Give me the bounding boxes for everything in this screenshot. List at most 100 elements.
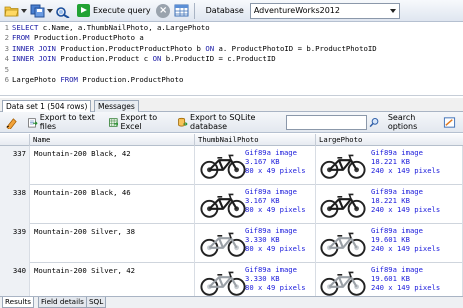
execute-query-label: Execute query [93,6,151,15]
results-grid-button[interactable] [173,2,190,20]
cell-largephoto[interactable]: Gif89a image 19.601 KB 240 x 149 pixels [316,263,463,296]
sql-keyword: FROM [12,33,34,43]
sql-identifier: LargePhoto [12,74,61,84]
database-label: Database [205,6,244,15]
table-row[interactable]: 338 Mountain-200 Black, 46 Gif89a image 3.… [0,185,463,224]
bike-thumbnail-image [199,228,247,260]
code-line: 6 LargePhoto FROM Production.ProductPhoto [0,75,463,85]
results-grid[interactable]: Name ThumbNailPhoto LargePhoto 337 Mounta… [0,134,463,296]
grid-header: Name ThumbNailPhoto LargePhoto [0,134,463,146]
dropdown-arrow-icon[interactable] [21,2,28,20]
cell-thumbnailphoto[interactable]: Gif89a image 3.330 KB 80 x 49 pixels [195,224,316,263]
cell-thumbnailphoto[interactable]: Gif89a image 3.330 KB 80 x 49 pixels [195,263,316,296]
tab-messages[interactable]: Messages [94,100,139,112]
settings-button[interactable] [441,114,460,131]
search-options-label: Search options [387,113,418,131]
image-info: Gif89a image 19.601 KB 240 x 149 pixels [371,265,441,292]
export-text-label: Export to text files [39,113,95,131]
image-info: Gif89a image 3.330 KB 80 x 49 pixels [245,265,306,292]
add-row-icon [6,117,17,129]
export-text-button[interactable]: Export to text files [25,113,103,131]
binoculars-icon[interactable] [55,2,72,20]
chevron-down-icon [389,8,396,13]
execute-icon [77,4,90,17]
cell-name[interactable]: Mountain-200 Silver, 38 [30,224,195,263]
row-number: 337 [0,146,30,185]
line-number: 1 [4,23,9,32]
search-options-button[interactable]: Search options [367,113,438,131]
main-toolbar: Execute query × Database AdventureWorks2… [0,0,463,22]
tab-field-details[interactable]: Field details [38,297,87,308]
export-excel-button[interactable]: Export to Excel [106,113,173,131]
cell-thumbnailphoto[interactable]: Gif89a image 3.167 KB 80 x 49 pixels [195,146,316,185]
line-number: 5 [4,64,9,74]
sql-keyword: FROM [60,74,83,84]
header-thumbnailphoto[interactable]: ThumbNailPhoto [195,134,316,146]
image-info: Gif89a image 3.167 KB 80 x 49 pixels [245,148,306,175]
sql-identifier: Production.ProductPhoto a [33,33,144,43]
sql-keyword: INNER JOIN [12,54,61,64]
filter-input[interactable] [285,114,368,130]
stop-button[interactable]: × [155,2,172,20]
bike-large-image [319,189,367,221]
database-select[interactable]: AdventureWorks2012 [249,2,400,19]
search-icon [369,117,379,127]
header-largephoto[interactable]: LargePhoto [316,134,463,146]
save-icon[interactable] [29,2,46,20]
export-sqlite-label: Export to SQLite database [190,113,256,131]
header-name[interactable]: Name [30,134,195,146]
cell-largephoto[interactable]: Gif89a image 19.601 KB 240 x 149 pixels [316,224,463,263]
code-text: SELECT c.Name, a.ThumbNailPhoto, a.Large… [12,23,210,33]
code-text: LargePhoto FROM Production.ProductPhoto [12,75,183,85]
image-info: Gif89a image 3.167 KB 80 x 49 pixels [245,187,306,214]
table-row[interactable]: 337 Mountain-200 Black, 42 Gif89a image 3.… [0,146,463,185]
execute-query-button[interactable]: Execute query [73,2,155,20]
code-line: 3 INNER JOIN Production.ProductProductPho… [0,44,463,54]
cell-largephoto[interactable]: Gif89a image 18.221 KB 240 x 149 pixels [316,185,463,224]
tab-sql[interactable]: SQL [86,297,107,308]
sql-keyword: INNER JOIN [12,43,61,53]
table-row[interactable]: 340 Mountain-200 Silver, 42 Gif89a image 3… [0,263,463,296]
sql-keyword: ON [152,54,166,64]
code-text: INNER JOIN Production.Product c ON b.Pro… [12,54,276,64]
image-info: Gif89a image 18.221 KB 240 x 149 pixels [371,148,441,175]
sql-editor[interactable]: 1 SELECT c.Name, a.ThumbNailPhoto, a.Larg… [0,23,463,96]
export-excel-label: Export to Excel [120,113,158,131]
sql-identifier: Production.ProductProductPhoto b [60,43,206,53]
export-text-icon [28,117,38,127]
cell-largephoto[interactable]: Gif89a image 18.221 KB 240 x 149 pixels [316,146,463,185]
export-sqlite-button[interactable]: Export to SQLite database [175,113,278,131]
tab-results[interactable]: Results [2,297,34,308]
cell-name[interactable]: Mountain-200 Silver, 42 [30,263,195,296]
grid-icon [174,4,189,17]
bike-thumbnail-image [199,189,247,221]
line-number: 2 [4,33,9,43]
bike-thumbnail-image [199,267,247,296]
sql-identifier: b.ProductID = c.ProductID [165,54,276,64]
code-text: FROM Production.ProductPhoto a [12,33,144,43]
result-tabs: Data set 1 (504 rows) Messages [0,98,463,113]
line-number: 6 [4,74,9,84]
settings-icon [443,116,456,128]
code-line: 2 FROM Production.ProductPhoto a [0,33,463,43]
bike-large-image [319,228,367,260]
cell-thumbnailphoto[interactable]: Gif89a image 3.167 KB 80 x 49 pixels [195,185,316,224]
stop-icon: × [156,3,171,18]
row-number: 338 [0,185,30,224]
cell-name[interactable]: Mountain-200 Black, 46 [30,185,195,224]
sql-identifier: a. ProductPhotoID = b.ProductPhotoID [218,43,377,53]
open-folder-icon[interactable] [3,2,20,20]
image-info: Gif89a image 19.601 KB 240 x 149 pixels [371,226,441,253]
results-toolbar: Export to text files Export to Excel Exp… [0,112,463,133]
export-sqlite-icon [178,117,188,126]
dropdown-arrow-icon[interactable] [47,2,54,20]
table-row[interactable]: 339 Mountain-200 Silver, 38 Gif89a image 3… [0,224,463,263]
code-line: 4 INNER JOIN Production.Product c ON b.Pr… [0,54,463,64]
sql-identifier: Production.ProductPhoto [82,74,184,84]
sql-keyword: ON [205,43,219,53]
sql-identifier: Production.Product c [60,54,153,64]
line-number: 4 [4,54,9,64]
bike-large-image [319,267,367,296]
cell-name[interactable]: Mountain-200 Black, 42 [30,146,195,185]
add-row-button[interactable] [3,114,22,131]
